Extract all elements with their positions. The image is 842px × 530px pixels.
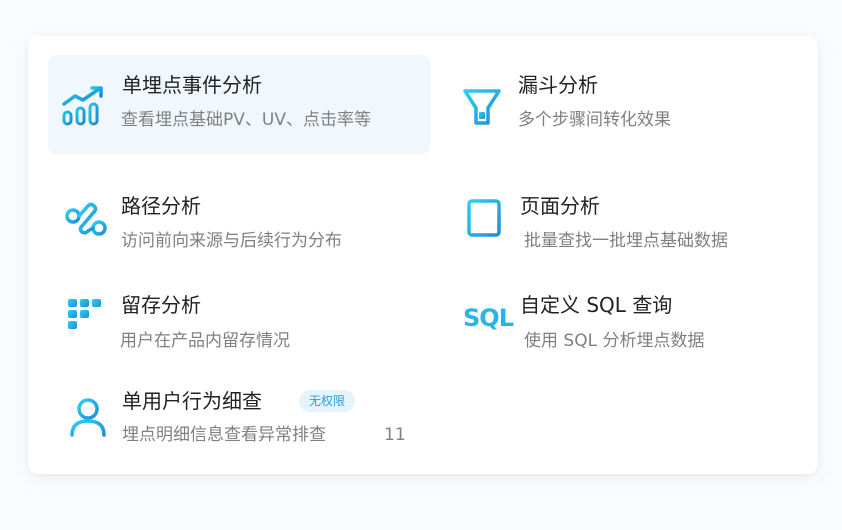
funnel-icon [458,83,506,131]
menu-item-page-analysis[interactable]: 页面分析 批量查找一批埋点基础数据 [448,176,798,256]
grid-dots-icon [62,291,110,339]
item-title: 路径分析 [121,194,201,218]
item-description: 查看埋点基础PV、UV、点击率等 [121,110,371,130]
item-description: 批量查找一批埋点基础数据 [524,231,728,251]
bar-chart-trend-icon [60,81,108,129]
item-title: 留存分析 [121,293,201,317]
user-icon [64,393,112,441]
menu-item-path-analysis[interactable]: 路径分析 访问前向来源与后续行为分布 [48,176,430,256]
menu-item-sql-query[interactable]: SQL 自定义 SQL 查询 使用 SQL 分析埋点数据 [448,276,798,356]
menu-item-event-analysis[interactable]: 单埋点事件分析 查看埋点基础PV、UV、点击率等 [48,55,430,154]
item-count: 11 [384,425,406,445]
item-description: 使用 SQL 分析埋点数据 [524,331,705,351]
item-title: 自定义 SQL 查询 [520,293,673,317]
item-description: 用户在产品内留存情况 [120,331,290,351]
item-title: 单埋点事件分析 [122,73,262,97]
item-title: 页面分析 [520,194,600,218]
path-icon [62,194,110,242]
menu-item-retention-analysis[interactable]: 留存分析 用户在产品内留存情况 [48,276,430,356]
sql-icon: SQL [458,294,518,342]
item-title: 漏斗分析 [518,73,598,97]
item-description: 埋点明细信息查看异常排查 [122,425,326,445]
menu-item-funnel-analysis[interactable]: 漏斗分析 多个步骤间转化效果 [448,55,798,154]
page-layout-icon [460,194,508,242]
menu-item-user-behavior[interactable]: 单用户行为细查 无权限 埋点明细信息查看异常排查 11 [48,376,430,456]
item-description: 访问前向来源与后续行为分布 [121,231,342,251]
no-permission-badge: 无权限 [299,390,356,412]
sql-icon-glyph: SQL [463,304,514,332]
item-description: 多个步骤间转化效果 [518,110,671,130]
analysis-menu-card: 单埋点事件分析 查看埋点基础PV、UV、点击率等 漏斗分析 多个步骤间转化效果 [28,36,818,474]
item-title: 单用户行为细查 [122,389,262,413]
